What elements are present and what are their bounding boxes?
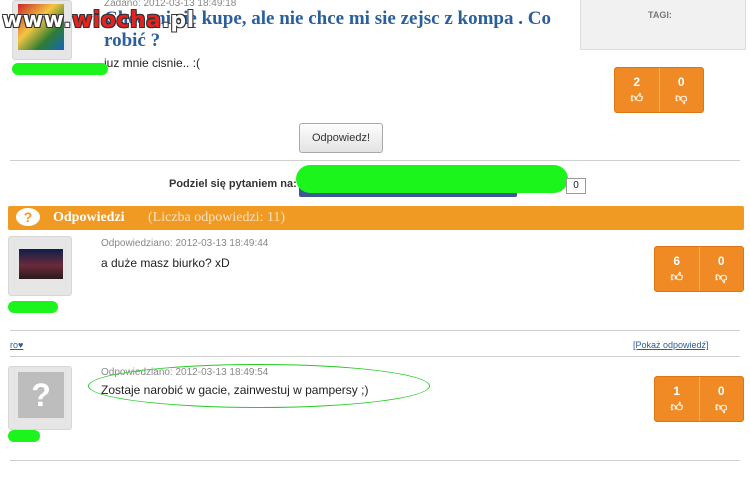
user-link[interactable]: ro♥ [10,340,23,350]
thumb-down-icon: 👎︎ [675,90,688,105]
answer-text: Zostaje narobić w gacie, zainwestuj w pa… [101,383,369,397]
answers-count: (Liczba odpowiedzi: 11) [148,210,286,225]
divider [10,330,740,331]
redacted-username [12,63,108,75]
thumb-up-icon: 👍︎ [670,269,684,284]
vote-down-count: 0 [717,383,725,398]
answer-date: Odpowiedziano: 2012-03-13 18:49:44 [101,238,269,249]
site-watermark: www.wiocha.pl [2,8,195,33]
vote-up-count: 1 [673,383,681,398]
answer-avatar[interactable] [19,249,63,279]
divider [10,160,740,161]
answer-vote-widget: 1 👍︎ 0 👎︎ [654,376,744,422]
divider [10,460,740,461]
answer-vote-widget: 6 👍︎ 0 👎︎ [654,246,744,292]
thumb-down-icon: 👎︎ [715,269,728,284]
thumb-up-icon: 👍︎ [630,90,644,105]
reply-button[interactable]: Odpowiedz! [299,123,383,153]
share-count: 0 [566,178,586,194]
answers-title: Odpowiedzi [53,210,125,225]
default-avatar-icon[interactable]: ? [18,372,64,418]
redacted-share-area [296,165,568,193]
question-vote-widget: 2 👍︎ 0 👎︎ [614,67,704,113]
vote-up-button[interactable]: 6 👍︎ [655,247,699,291]
vote-up-count: 6 [673,253,681,268]
speech-bubble-icon: ? [16,208,40,226]
thumb-up-icon: 👍︎ [670,399,684,414]
question-body: juz mnie cisnie.. :( [104,56,201,70]
answer-text: a duże masz biurko? xD [101,256,230,270]
vote-down-button[interactable]: 0 👎︎ [698,247,744,291]
show-answer-link[interactable]: [Pokaż odpowiedź] [633,340,709,350]
vote-down-button[interactable]: 0 👎︎ [698,377,744,421]
share-label: Podziel się pytaniem na: [169,178,297,190]
tags-label: TAGI: [648,10,672,20]
vote-up-button[interactable]: 2 👍︎ [615,68,659,112]
redacted-username [8,430,40,442]
vote-down-button[interactable]: 0 👎︎ [658,68,704,112]
vote-up-button[interactable]: 1 👍︎ [655,377,699,421]
redacted-username [8,301,58,313]
vote-down-count: 0 [717,253,725,268]
thumb-down-icon: 👎︎ [715,399,728,414]
divider [10,356,740,357]
vote-down-count: 0 [677,74,685,89]
vote-up-count: 2 [633,74,641,89]
tags-box [580,0,746,50]
